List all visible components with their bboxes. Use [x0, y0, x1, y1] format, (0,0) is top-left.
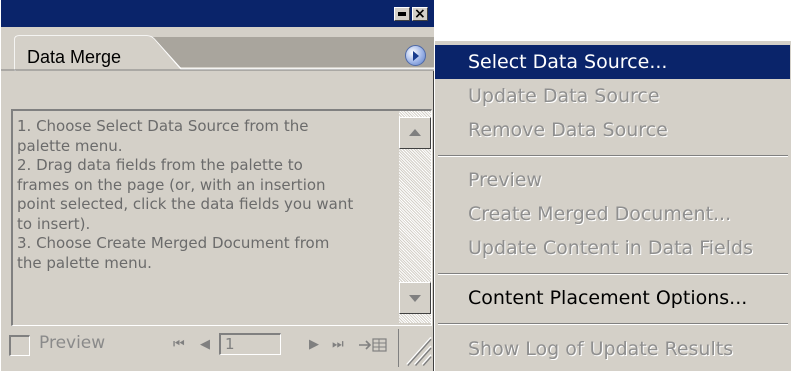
palette-menu-button[interactable] [405, 45, 426, 66]
instructions-text: 1. Choose Select Data Source from the pa… [17, 117, 354, 272]
palette-bottom-bar: Preview ⏮ ◀ 1 ▶ ⏭ [1, 329, 434, 371]
close-icon: × [414, 6, 426, 22]
preview-checkbox-label[interactable]: Preview [39, 333, 105, 353]
menu-item-preview[interactable]: Preview [435, 163, 790, 197]
tab-data-merge[interactable]: Data Merge [27, 47, 121, 68]
menu-item-create-merged-document[interactable]: Create Merged Document... [435, 197, 790, 231]
palette-titlebar[interactable]: × [1, 0, 434, 27]
menu-separator [438, 273, 788, 275]
minimize-icon [398, 12, 406, 16]
last-record-icon[interactable]: ⏭ [332, 337, 344, 353]
menu-item-select-data-source[interactable]: Select Data Source... [435, 45, 790, 79]
data-merge-palette: × Data Merge 1. Choose Select Data Sourc… [0, 0, 434, 371]
menu-separator [438, 323, 788, 325]
palette-flyout-menu: Select Data Source... Update Data Source… [434, 41, 791, 371]
record-number-field[interactable]: 1 [219, 333, 281, 355]
scroll-up-icon [409, 129, 421, 136]
scroll-down-icon [409, 295, 421, 302]
menu-item-remove-data-source[interactable]: Remove Data Source [435, 113, 790, 147]
menu-item-update-data-source[interactable]: Update Data Source [435, 79, 790, 113]
next-record-icon[interactable]: ▶ [309, 337, 319, 353]
go-to-record-icon[interactable] [358, 337, 388, 353]
data-fields-list[interactable]: 1. Choose Select Data Source from the pa… [11, 109, 432, 326]
first-record-icon[interactable]: ⏮ [173, 337, 185, 353]
minimize-button[interactable] [394, 7, 410, 21]
menu-item-update-content-in-data-fields[interactable]: Update Content in Data Fields [435, 231, 790, 265]
menu-item-content-placement-options[interactable]: Content Placement Options... [435, 281, 790, 315]
preview-checkbox[interactable] [9, 335, 30, 356]
previous-record-icon[interactable]: ◀ [200, 337, 210, 353]
scroll-up-button[interactable] [399, 117, 431, 149]
resize-grip-icon[interactable] [398, 329, 432, 367]
close-button[interactable]: × [412, 6, 428, 22]
menu-item-show-log-of-update-results[interactable]: Show Log of Update Results [435, 332, 790, 366]
palette-menu-icon [413, 51, 419, 61]
menu-separator [438, 155, 788, 157]
vertical-scrollbar[interactable] [399, 111, 431, 323]
scroll-down-button[interactable] [399, 282, 431, 314]
